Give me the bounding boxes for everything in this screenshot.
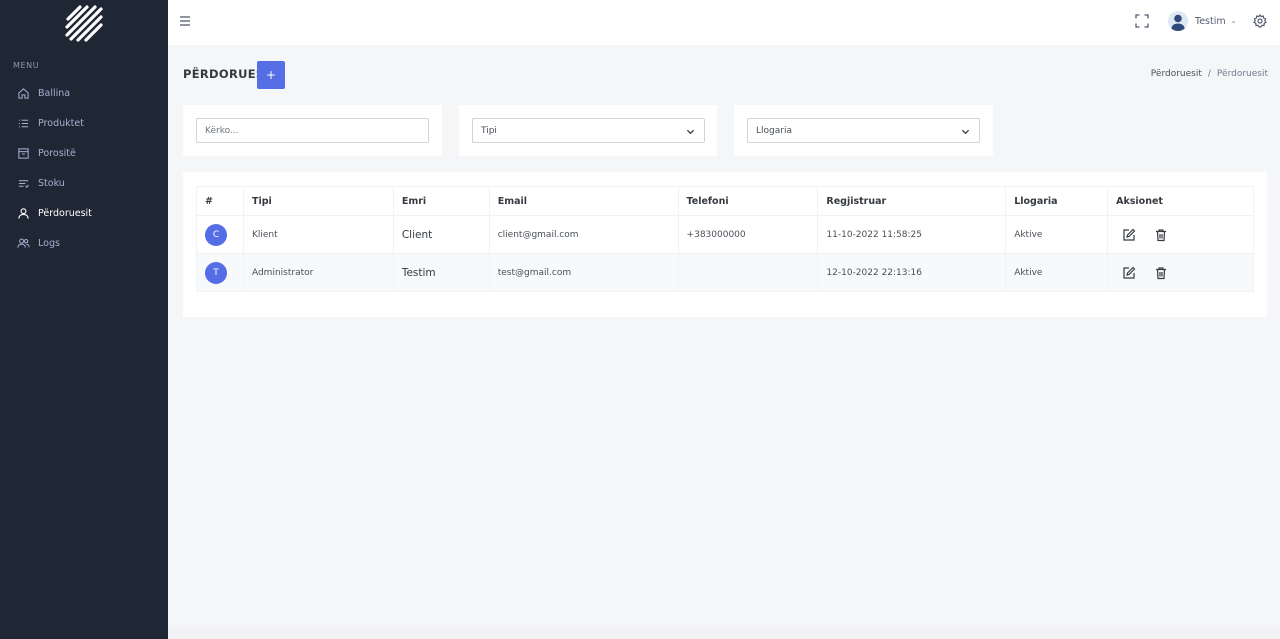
search-input[interactable]	[196, 118, 429, 143]
sidebar-item-ballina[interactable]: Ballina	[0, 78, 168, 108]
chevron-down-icon: ⌄	[1230, 17, 1237, 25]
email-cell: test@gmail.com	[488, 253, 679, 292]
user-dropdown[interactable]: Testim ⌄	[1168, 10, 1236, 32]
email-cell: client@gmail.com	[488, 215, 679, 254]
registered-cell: 11-10-2022 11:58:25	[817, 215, 1007, 254]
column-header: Email	[488, 186, 679, 216]
sidebar-item-label: Porositë	[38, 147, 76, 159]
account-select[interactable]: Llogaria	[747, 118, 980, 143]
table-row: C Klient Client client@gmail.com +383000…	[196, 215, 1254, 254]
footer	[168, 627, 1280, 639]
user-initial-avatar: C	[205, 223, 227, 246]
phone-cell: +383000000	[677, 215, 819, 254]
type-select[interactable]: Tipi	[472, 118, 705, 143]
users-icon	[17, 237, 30, 250]
users-table-card: # Tipi Emri Email Telefoni Regjistruar L…	[183, 172, 1267, 317]
breadcrumb-separator: /	[1207, 69, 1211, 79]
sidebar-item-label: Produktet	[38, 117, 84, 129]
fullscreen-icon[interactable]	[1135, 13, 1149, 28]
account-status-cell: Aktive	[1005, 215, 1109, 254]
breadcrumb-link[interactable]: Përdoruesit	[1151, 69, 1202, 79]
sidebar-item-logs[interactable]: Logs	[0, 228, 168, 258]
edit-icon[interactable]	[1122, 266, 1136, 280]
breadcrumb-current: Përdoruesit	[1216, 69, 1268, 79]
registered-cell: 12-10-2022 22:13:16	[817, 253, 1007, 292]
name-cell: Client	[392, 215, 490, 254]
type-select-value: Tipi	[481, 125, 497, 136]
users-table: # Tipi Emri Email Telefoni Regjistruar L…	[196, 186, 1254, 292]
list-icon	[17, 117, 30, 130]
box-icon	[17, 147, 30, 160]
user-name: Testim	[1195, 15, 1226, 27]
account-select-value: Llogaria	[756, 125, 792, 136]
breadcrumb: Përdoruesit / Përdoruesit	[1151, 69, 1268, 79]
sidebar-item-label: Stoku	[38, 177, 65, 189]
stock-icon	[17, 177, 30, 190]
type-cell: Klient	[242, 215, 394, 254]
search-card	[183, 105, 442, 156]
column-header: Tipi	[242, 186, 394, 216]
phone-cell	[677, 253, 819, 292]
sidebar-item-porosite[interactable]: Porositë	[0, 138, 168, 168]
sidebar-item-label: Përdoruesit	[38, 207, 92, 219]
trash-icon[interactable]	[1154, 266, 1168, 280]
hamburger-menu-icon[interactable]	[179, 12, 191, 26]
column-header: Regjistruar	[817, 186, 1007, 216]
sidebar-item-stoku[interactable]: Stoku	[0, 168, 168, 198]
account-filter-card: Llogaria	[734, 105, 993, 156]
logo[interactable]	[64, 5, 104, 43]
column-header: #	[196, 186, 244, 216]
user-icon	[17, 207, 30, 220]
avatar	[1168, 11, 1188, 31]
sidebar-item-produktet[interactable]: Produktet	[0, 108, 168, 138]
actions-cell	[1107, 215, 1254, 254]
sidebar-item-label: Ballina	[38, 87, 71, 99]
table-row: T Administrator Testim test@gmail.com 12…	[196, 253, 1254, 292]
name-cell: Testim	[392, 253, 490, 292]
column-header: Telefoni	[677, 186, 819, 216]
account-status-cell: Aktive	[1005, 253, 1109, 292]
trash-icon[interactable]	[1154, 228, 1168, 242]
menu-title: MENU	[13, 61, 40, 70]
topbar: Testim ⌄	[168, 0, 1280, 45]
column-header: Aksionet	[1107, 186, 1254, 216]
gear-icon[interactable]	[1253, 13, 1267, 28]
table-header-row: # Tipi Emri Email Telefoni Regjistruar L…	[196, 186, 1254, 216]
sidebar-item-perdoruesit[interactable]: Përdoruesit	[0, 198, 168, 228]
edit-icon[interactable]	[1122, 228, 1136, 242]
column-header: Llogaria	[1005, 186, 1109, 216]
add-user-button[interactable]: +	[257, 61, 285, 89]
column-header: Emri	[392, 186, 490, 216]
sidebar-item-label: Logs	[38, 237, 60, 249]
home-icon	[17, 87, 30, 100]
chevron-down-icon	[686, 127, 695, 136]
avatar-cell: C	[196, 215, 244, 254]
avatar-cell: T	[196, 253, 244, 292]
type-cell: Administrator	[242, 253, 394, 292]
chevron-down-icon	[961, 127, 970, 136]
sidebar: MENU Ballina Produktet Porositë Stoku Pë…	[0, 0, 168, 639]
actions-cell	[1107, 253, 1254, 292]
user-initial-avatar: T	[205, 261, 227, 284]
sidebar-nav: Ballina Produktet Porositë Stoku Përdoru…	[0, 78, 168, 258]
type-filter-card: Tipi	[459, 105, 717, 156]
